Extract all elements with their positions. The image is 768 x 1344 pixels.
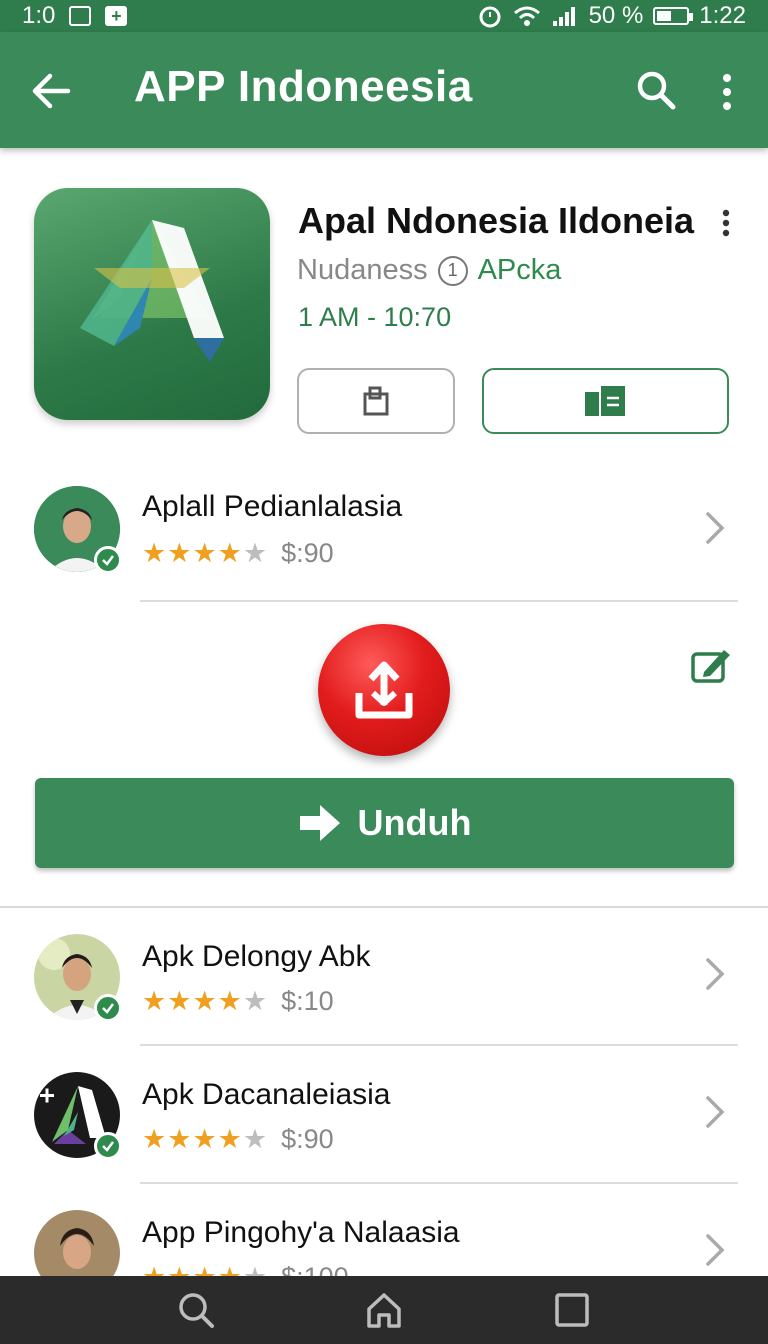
wifi-icon xyxy=(513,6,540,26)
app-bar: APP Indoneesia xyxy=(0,32,768,148)
star-icon: ★ xyxy=(192,1124,217,1154)
upload-icon xyxy=(355,661,413,719)
app-category[interactable]: APcka xyxy=(478,254,562,287)
chevron-right-icon[interactable] xyxy=(702,1094,728,1130)
arrow-right-icon xyxy=(299,805,340,841)
status-bar: 1:0 + 50 % 1:22 xyxy=(0,0,768,32)
list-item-title: Apk Dacanaleiasia xyxy=(142,1078,391,1111)
status-time: 1:22 xyxy=(699,2,746,29)
star-icon: ★ xyxy=(142,986,167,1016)
developer-badge: 1 xyxy=(437,255,468,286)
search-icon[interactable] xyxy=(176,1290,216,1330)
list-item-title: Aplall Pedianlalasia xyxy=(142,490,403,523)
list-item-price: $:10 xyxy=(281,986,334,1016)
star-icon: ★ xyxy=(167,538,192,568)
system-nav-bar xyxy=(0,1276,768,1344)
chevron-right-icon[interactable] xyxy=(702,1232,728,1268)
recents-icon[interactable] xyxy=(552,1290,592,1330)
verified-check-icon xyxy=(94,1132,122,1160)
divider xyxy=(140,600,738,602)
star-icon: ★ xyxy=(242,1124,268,1154)
list-item-price: $:90 xyxy=(281,538,334,568)
signal-icon xyxy=(552,7,575,26)
back-arrow-icon[interactable] xyxy=(28,68,74,114)
star-icon: ★ xyxy=(242,986,268,1016)
star-rating: ★★★★★ xyxy=(142,988,267,1015)
star-icon: ★ xyxy=(192,538,217,568)
list-item-meta: ★ ★ ★ ★ ★ $:10 xyxy=(142,986,334,1017)
status-left-time: 1:0 xyxy=(22,2,56,29)
divider xyxy=(140,1044,738,1046)
developer-line: Nudaness 1 APcka xyxy=(297,254,561,287)
download-label: Unduh xyxy=(357,802,472,843)
battery-fill xyxy=(657,11,672,21)
app-logo xyxy=(34,188,270,420)
avatar xyxy=(34,486,122,574)
chevron-right-icon[interactable] xyxy=(702,510,728,546)
star-icon: ★ xyxy=(192,986,217,1016)
app-name: Apal Ndonesia Ildoneia xyxy=(298,200,695,241)
more-vert-icon[interactable] xyxy=(716,70,738,114)
battery-icon xyxy=(653,7,694,25)
app-more-icon[interactable] xyxy=(718,208,734,238)
chevron-right-icon[interactable] xyxy=(702,956,728,992)
star-icon: ★ xyxy=(217,1124,242,1154)
add-notification-icon: + xyxy=(105,6,128,26)
star-icon: ★ xyxy=(242,538,268,568)
app-time: 1 AM - 10:70 xyxy=(298,302,452,332)
wishlist-icon xyxy=(584,386,625,416)
edit-icon[interactable] xyxy=(690,646,732,684)
star-rating: ★★★★★ xyxy=(142,1126,267,1153)
star-icon: ★ xyxy=(167,1124,192,1154)
star-icon: ★ xyxy=(217,538,242,568)
avatar xyxy=(34,934,122,1022)
wishlist-button[interactable] xyxy=(482,368,729,434)
search-icon[interactable] xyxy=(634,68,678,112)
star-icon: ★ xyxy=(167,986,192,1016)
star-icon: ★ xyxy=(217,986,242,1016)
download-button[interactable]: Unduh xyxy=(35,778,734,868)
verified-check-icon xyxy=(94,546,122,574)
divider xyxy=(140,1182,738,1184)
verified-check-icon xyxy=(94,994,122,1022)
home-icon[interactable] xyxy=(364,1290,404,1330)
share-icon xyxy=(363,386,389,416)
notification-icon xyxy=(69,6,92,26)
star-icon: ★ xyxy=(142,1124,167,1154)
list-item-title: Apk Delongy Abk xyxy=(142,940,371,973)
upload-button[interactable] xyxy=(318,624,450,756)
list-item-meta: ★ ★ ★ ★ ★ $:90 xyxy=(142,1124,334,1155)
star-icon: ★ xyxy=(142,538,167,568)
developer-name[interactable]: Nudaness xyxy=(297,254,428,287)
star-rating: ★★★★★ xyxy=(142,540,267,567)
section-divider xyxy=(0,906,768,908)
battery-percent: 50 % xyxy=(588,2,644,29)
page-title: APP Indoneesia xyxy=(134,62,473,111)
avatar xyxy=(34,1072,122,1160)
list-item-price: $:90 xyxy=(281,1124,334,1154)
share-button[interactable] xyxy=(297,368,455,434)
list-item-meta: ★ ★ ★ ★ ★ $:90 xyxy=(142,538,334,569)
list-item-title: App Pingohy'a Nalaasia xyxy=(142,1216,460,1249)
alarm-icon xyxy=(479,6,501,28)
